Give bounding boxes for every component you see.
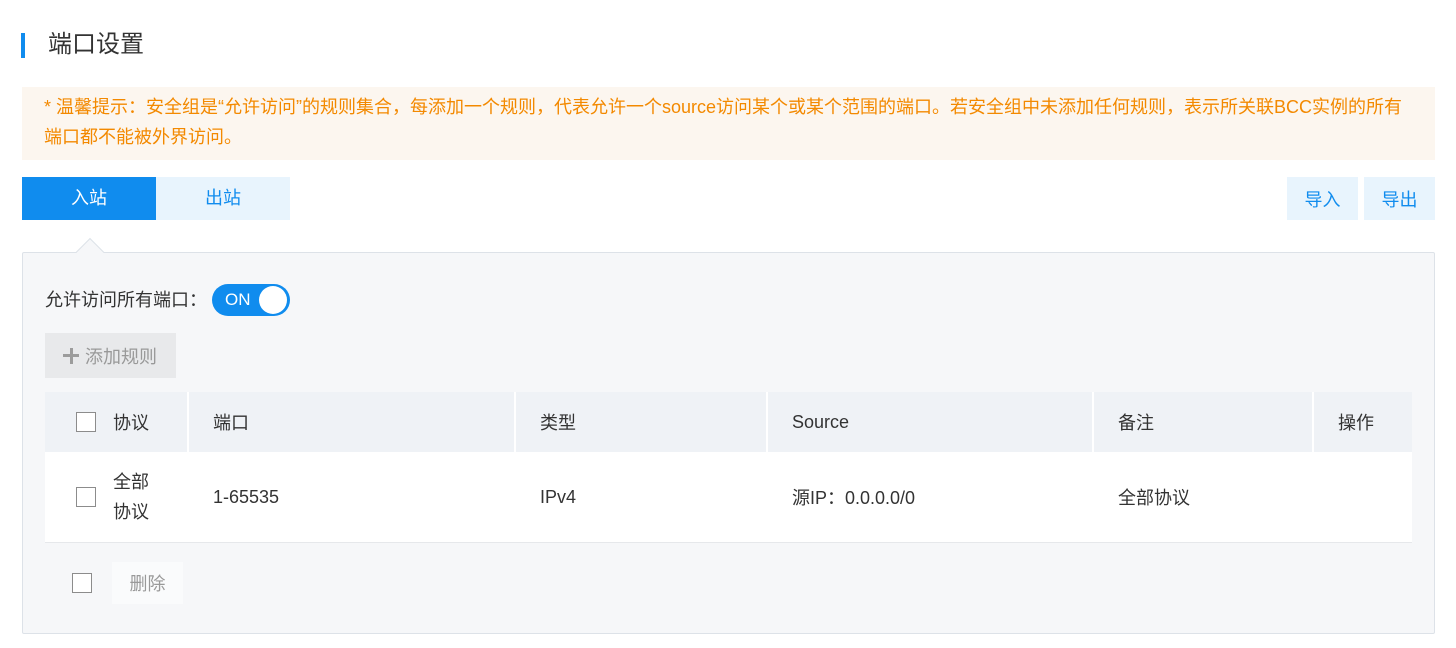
cell-action xyxy=(1312,452,1412,542)
column-header-remark: 备注 xyxy=(1092,392,1312,452)
tab-inbound[interactable]: 入站 xyxy=(22,177,156,220)
allow-all-ports-label: 允许访问所有端口： xyxy=(45,290,207,310)
cell-port: 1-65535 xyxy=(213,486,280,507)
column-header-protocol: 协议 xyxy=(45,392,187,452)
column-header-port: 端口 xyxy=(187,392,514,452)
rules-table: 协议 端口 类型 Source 备注 操作 全部协议 1-65535 IPv4 … xyxy=(45,392,1412,543)
page-title-text: 端口设置 xyxy=(48,31,144,58)
import-button[interactable]: 导入 xyxy=(1287,177,1358,220)
add-rule-button[interactable]: 添加规则 xyxy=(45,333,176,378)
table-row: 全部协议 1-65535 IPv4 源IP：0.0.0.0/0 全部协议 xyxy=(45,452,1412,543)
row-checkbox[interactable] xyxy=(76,487,96,507)
allow-all-ports-toggle[interactable]: ON xyxy=(212,284,290,316)
cell-source: 源IP：0.0.0.0/0 xyxy=(792,488,916,508)
toolbar-actions: 导入 导出 xyxy=(1287,177,1435,220)
column-header-protocol-label: 协议 xyxy=(113,413,149,433)
column-header-source: Source xyxy=(766,392,1092,452)
warning-notice: * 温馨提示：安全组是“允许访问”的规则集合，每添加一个规则，代表允许一个sou… xyxy=(22,87,1435,160)
column-header-action: 操作 xyxy=(1312,392,1412,452)
panel-pointer-arrow xyxy=(75,237,105,267)
export-button[interactable]: 导出 xyxy=(1364,177,1435,220)
plus-icon xyxy=(63,347,79,364)
column-header-type: 类型 xyxy=(514,392,766,452)
cell-type: IPv4 xyxy=(540,486,577,507)
rules-panel: 允许访问所有端口： ON 添加规则 协议 端口 类型 Source 备注 操作 … xyxy=(22,237,1435,634)
tab-outbound[interactable]: 出站 xyxy=(156,177,290,220)
direction-tabs: 入站 出站 xyxy=(22,177,290,220)
delete-button[interactable]: 删除 xyxy=(112,562,183,604)
add-rule-label: 添加规则 xyxy=(85,346,157,367)
page-title: 端口设置 xyxy=(21,30,144,60)
select-all-checkbox[interactable] xyxy=(76,412,96,432)
toggle-state-label: ON xyxy=(225,290,251,309)
cell-remark: 全部协议 xyxy=(1118,488,1190,508)
cell-protocol: 全部协议 xyxy=(45,452,187,542)
title-accent-bar xyxy=(21,32,25,58)
cell-protocol-text: 全部协议 xyxy=(113,472,149,522)
table-header: 协议 端口 类型 Source 备注 操作 xyxy=(45,392,1412,452)
warning-notice-text: * 温馨提示：安全组是“允许访问”的规则集合，每添加一个规则，代表允许一个sou… xyxy=(44,97,1403,147)
footer-select-all-checkbox[interactable] xyxy=(72,573,92,593)
toggle-knob xyxy=(259,286,287,314)
